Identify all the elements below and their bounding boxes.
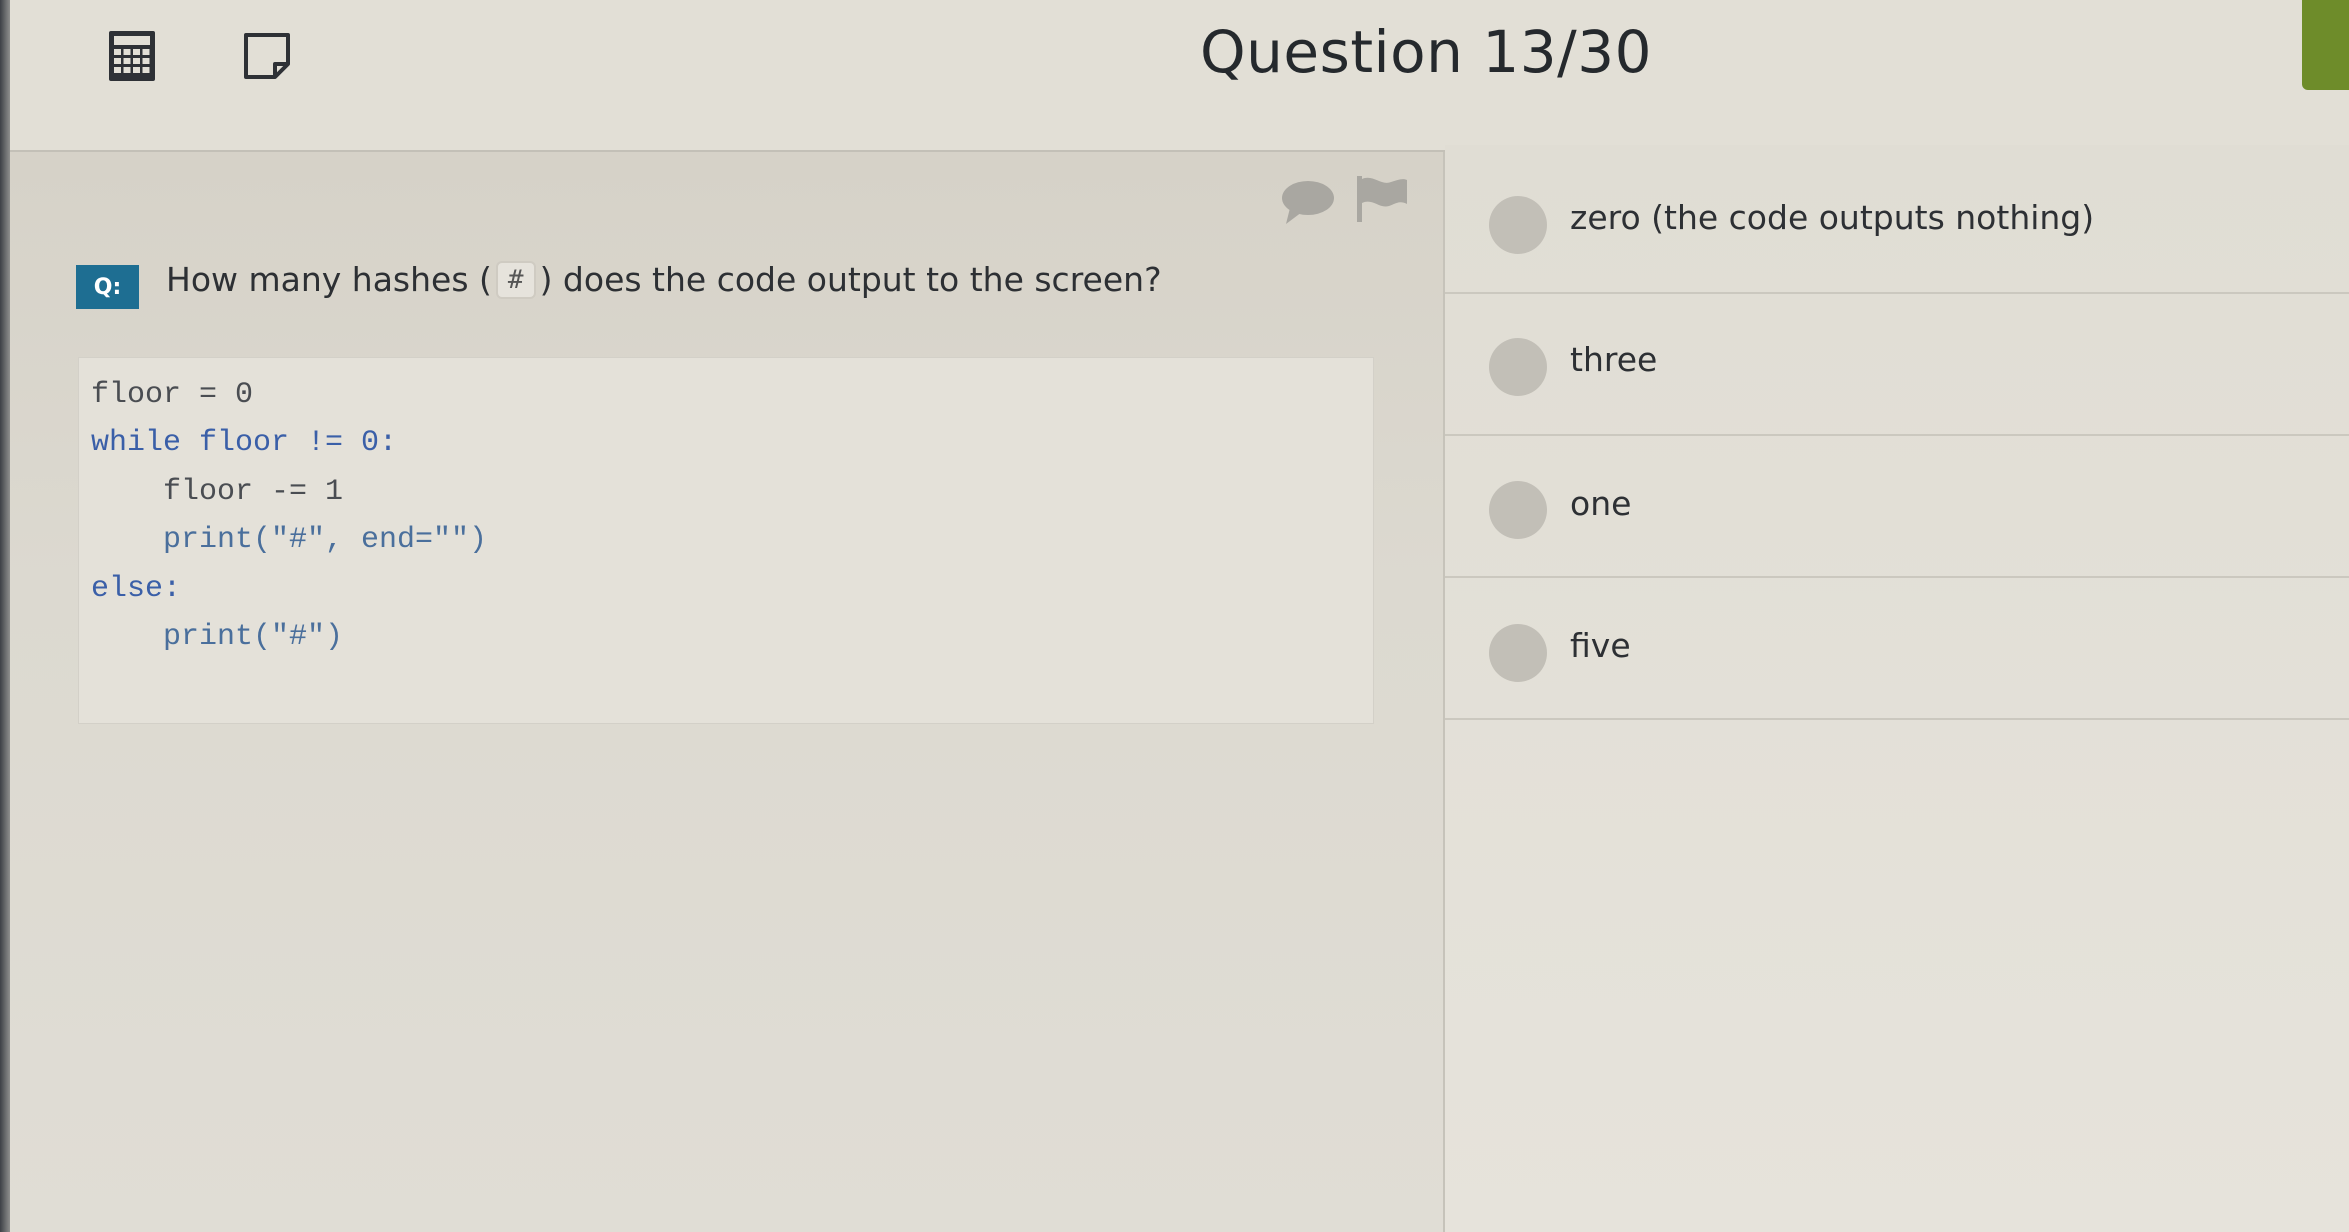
- question-badge: Q:: [76, 265, 139, 309]
- answer-option-five[interactable]: five: [1445, 578, 2349, 720]
- top-bar: [10, 0, 2349, 152]
- next-button[interactable]: [2302, 0, 2349, 90]
- answer-label: three: [1570, 340, 1658, 379]
- answer-label: zero (the code outputs nothing): [1570, 198, 2095, 237]
- question-counter: Question 13/30: [1200, 18, 1652, 86]
- code-line: floor = 0: [91, 378, 254, 412]
- answer-option-three[interactable]: three: [1445, 294, 2349, 436]
- answer-label: one: [1570, 484, 1632, 523]
- radio-button[interactable]: [1489, 338, 1547, 396]
- screen-bezel: [0, 0, 10, 1232]
- code-line: floor -= 1: [91, 475, 344, 509]
- radio-button[interactable]: [1489, 481, 1547, 539]
- code-block: floor = 0 while floor != 0: floor -= 1 p…: [78, 357, 1374, 724]
- question-text-after: ) does the code output to the screen?: [539, 260, 1162, 299]
- note-icon[interactable]: [243, 32, 291, 84]
- answer-option-zero[interactable]: zero (the code outputs nothing): [1445, 152, 2349, 294]
- code-line: else:: [91, 572, 182, 606]
- comment-icon[interactable]: [1280, 178, 1336, 230]
- code-line: print("#"): [91, 620, 344, 654]
- radio-button[interactable]: [1489, 624, 1547, 682]
- code-line: print("#", end=""): [91, 523, 488, 557]
- question-text: How many hashes ( # ) does the code outp…: [166, 260, 1162, 299]
- answer-label: five: [1570, 626, 1631, 665]
- code-line: while floor != 0:: [91, 426, 398, 460]
- question-text-before: How many hashes (: [166, 260, 492, 299]
- calculator-icon[interactable]: [108, 30, 156, 86]
- radio-button[interactable]: [1489, 196, 1547, 254]
- hash-symbol-chip: #: [495, 260, 536, 299]
- answer-option-one[interactable]: one: [1445, 436, 2349, 578]
- flag-icon[interactable]: [1355, 174, 1409, 228]
